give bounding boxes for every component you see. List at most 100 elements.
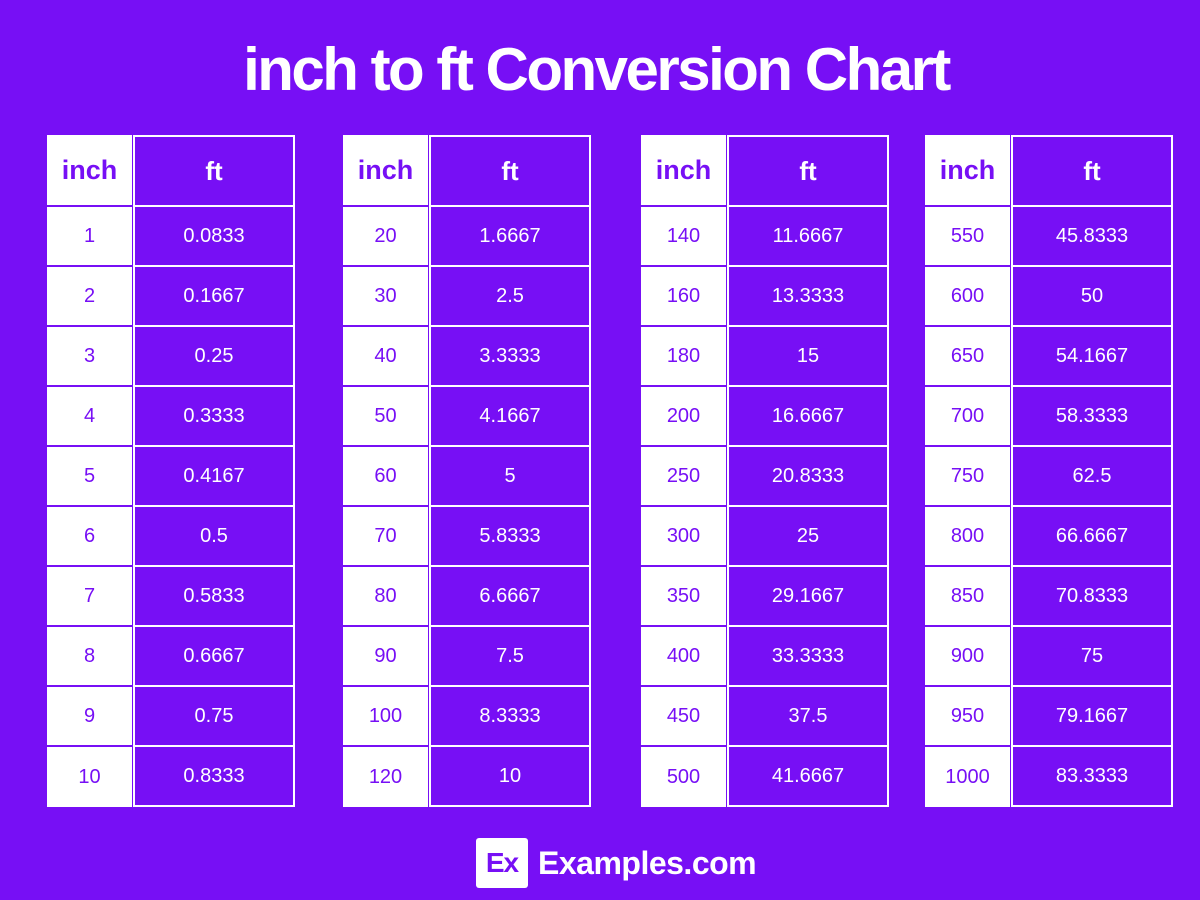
table-row: 200 16.6667 — [641, 387, 889, 447]
ft-cell: 20.8333 — [727, 447, 889, 507]
table-row: 140 11.6667 — [641, 207, 889, 267]
ft-cell: 10 — [429, 747, 591, 807]
table-row: 160 13.3333 — [641, 267, 889, 327]
conversion-table: inch ft 550 45.8333 600 50 650 54.1667 700 58.333… — [925, 135, 1173, 807]
table-row: 10 0.8333 — [47, 747, 295, 807]
table-row: 6 0.5 — [47, 507, 295, 567]
table-row: 550 45.8333 — [925, 207, 1173, 267]
header-ft: ft — [727, 135, 889, 207]
ft-cell: 7.5 — [429, 627, 591, 687]
inch-cell: 700 — [925, 387, 1011, 447]
table-row: 500 41.6667 — [641, 747, 889, 807]
inch-cell: 100 — [343, 687, 429, 747]
ft-cell: 0.25 — [133, 327, 295, 387]
inch-cell: 20 — [343, 207, 429, 267]
ft-cell: 5.8333 — [429, 507, 591, 567]
table-row: 90 7.5 — [343, 627, 591, 687]
inch-cell: 1000 — [925, 747, 1011, 807]
ft-cell: 37.5 — [727, 687, 889, 747]
table-row: 400 33.3333 — [641, 627, 889, 687]
examples-logo[interactable]: Ex Examples.com — [476, 838, 757, 888]
table-row: 950 79.1667 — [925, 687, 1173, 747]
ft-cell: 75 — [1011, 627, 1173, 687]
table-row: 850 70.8333 — [925, 567, 1173, 627]
table-row: 450 37.5 — [641, 687, 889, 747]
table-row: 1000 83.3333 — [925, 747, 1173, 807]
inch-cell: 80 — [343, 567, 429, 627]
table-header: inch ft — [47, 135, 295, 207]
table-row: 3 0.25 — [47, 327, 295, 387]
inch-cell: 900 — [925, 627, 1011, 687]
table-row: 300 25 — [641, 507, 889, 567]
header-inch: inch — [47, 135, 133, 207]
inch-cell: 1 — [47, 207, 133, 267]
inch-cell: 550 — [925, 207, 1011, 267]
inch-cell: 140 — [641, 207, 727, 267]
ft-cell: 25 — [727, 507, 889, 567]
inch-cell: 5 — [47, 447, 133, 507]
ft-cell: 54.1667 — [1011, 327, 1173, 387]
table-row: 600 50 — [925, 267, 1173, 327]
ft-cell: 33.3333 — [727, 627, 889, 687]
header-ft: ft — [429, 135, 591, 207]
ft-cell: 8.3333 — [429, 687, 591, 747]
header-inch: inch — [641, 135, 727, 207]
table-row: 2 0.1667 — [47, 267, 295, 327]
table-row: 100 8.3333 — [343, 687, 591, 747]
ft-cell: 62.5 — [1011, 447, 1173, 507]
table-row: 30 2.5 — [343, 267, 591, 327]
header-ft: ft — [1011, 135, 1173, 207]
inch-cell: 60 — [343, 447, 429, 507]
ft-cell: 58.3333 — [1011, 387, 1173, 447]
ft-cell: 29.1667 — [727, 567, 889, 627]
ft-cell: 6.6667 — [429, 567, 591, 627]
inch-cell: 200 — [641, 387, 727, 447]
ft-cell: 4.1667 — [429, 387, 591, 447]
ft-cell: 0.5833 — [133, 567, 295, 627]
inch-cell: 300 — [641, 507, 727, 567]
header-inch: inch — [343, 135, 429, 207]
ft-cell: 0.4167 — [133, 447, 295, 507]
table-header: inch ft — [925, 135, 1173, 207]
ft-cell: 11.6667 — [727, 207, 889, 267]
table-row: 750 62.5 — [925, 447, 1173, 507]
inch-cell: 800 — [925, 507, 1011, 567]
ft-cell: 79.1667 — [1011, 687, 1173, 747]
table-row: 350 29.1667 — [641, 567, 889, 627]
ft-cell: 13.3333 — [727, 267, 889, 327]
inch-cell: 3 — [47, 327, 133, 387]
table-row: 70 5.8333 — [343, 507, 591, 567]
inch-cell: 90 — [343, 627, 429, 687]
table-row: 8 0.6667 — [47, 627, 295, 687]
header-ft: ft — [133, 135, 295, 207]
ft-cell: 66.6667 — [1011, 507, 1173, 567]
inch-cell: 6 — [47, 507, 133, 567]
inch-cell: 8 — [47, 627, 133, 687]
inch-cell: 2 — [47, 267, 133, 327]
inch-cell: 850 — [925, 567, 1011, 627]
inch-cell: 50 — [343, 387, 429, 447]
inch-cell: 450 — [641, 687, 727, 747]
table-row: 250 20.8333 — [641, 447, 889, 507]
table-row: 650 54.1667 — [925, 327, 1173, 387]
ft-cell: 70.8333 — [1011, 567, 1173, 627]
inch-cell: 250 — [641, 447, 727, 507]
header-inch: inch — [925, 135, 1011, 207]
table-row: 5 0.4167 — [47, 447, 295, 507]
ft-cell: 15 — [727, 327, 889, 387]
conversion-table: inch ft 1 0.0833 2 0.1667 3 0.25 4 0.3333 5 0.4167 6… — [47, 135, 295, 807]
inch-cell: 650 — [925, 327, 1011, 387]
ft-cell: 0.75 — [133, 687, 295, 747]
ft-cell: 3.3333 — [429, 327, 591, 387]
ft-cell: 2.5 — [429, 267, 591, 327]
logo-text: Examples.com — [538, 844, 757, 881]
inch-cell: 600 — [925, 267, 1011, 327]
inch-cell: 40 — [343, 327, 429, 387]
ft-cell: 0.3333 — [133, 387, 295, 447]
table-row: 120 10 — [343, 747, 591, 807]
table-row: 7 0.5833 — [47, 567, 295, 627]
table-row: 800 66.6667 — [925, 507, 1173, 567]
inch-cell: 70 — [343, 507, 429, 567]
inch-cell: 500 — [641, 747, 727, 807]
inch-cell: 350 — [641, 567, 727, 627]
